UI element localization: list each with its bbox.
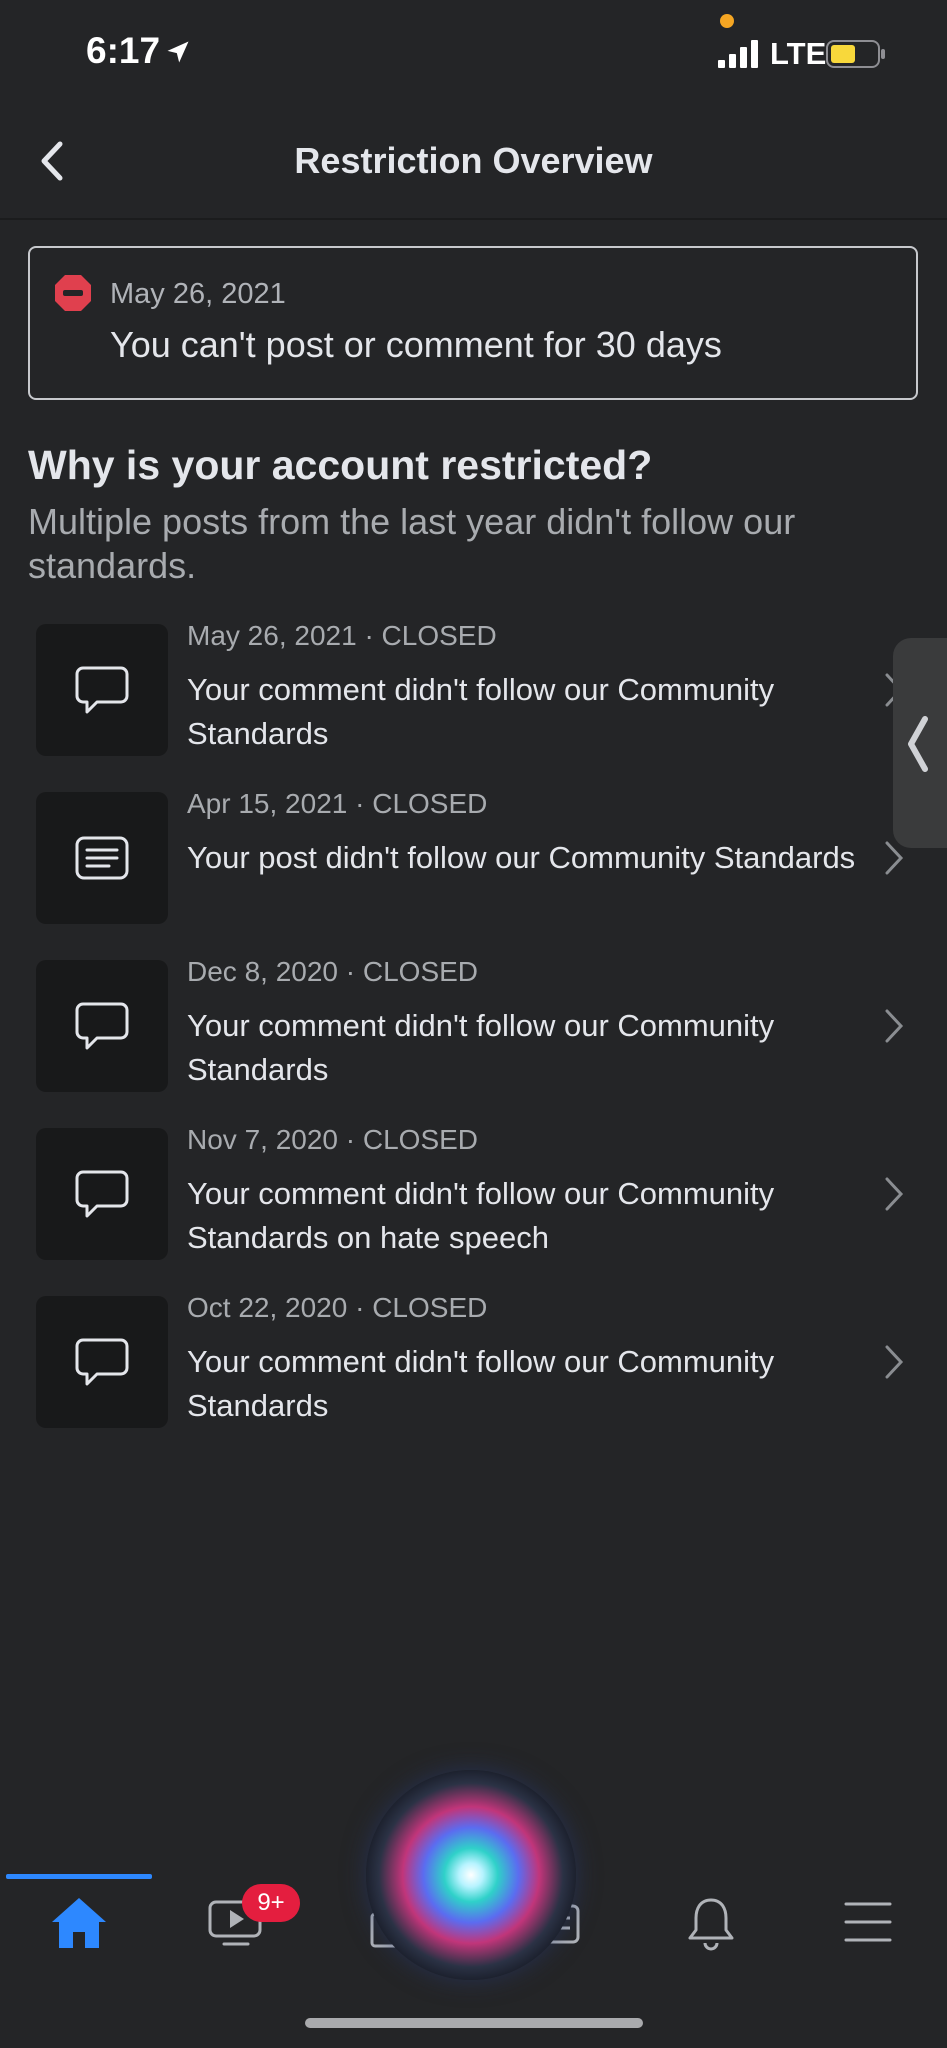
post-icon	[75, 836, 129, 880]
header-divider	[0, 218, 947, 220]
violation-text: Your comment didn't follow our Community…	[187, 1008, 775, 1087]
violation-meta: May 26, 2021 · CLOSED	[187, 620, 497, 651]
violation-meta: Apr 15, 2021 · CLOSED	[187, 788, 488, 819]
section-description: Multiple posts from the last year didn't…	[28, 501, 796, 586]
chevron-right-icon	[885, 1009, 904, 1043]
restriction-date: May 26, 2021	[110, 278, 286, 310]
siri-orb	[366, 1770, 576, 1980]
thumbnail	[36, 960, 168, 1092]
violation-meta: Oct 22, 2020 · CLOSED	[187, 1292, 488, 1323]
violation-item[interactable]: Dec 8, 2020 · CLOSED Your comment didn't…	[0, 956, 947, 1124]
restriction-card	[28, 246, 918, 400]
violation-item[interactable]: Apr 15, 2021 · CLOSED Your post didn't f…	[0, 788, 947, 956]
violation-meta: Nov 7, 2020 · CLOSED	[187, 1124, 479, 1155]
home-icon[interactable]	[50, 1896, 108, 1950]
violation-text: Your comment didn't follow our Community…	[187, 1344, 775, 1423]
bell-icon[interactable]	[684, 1896, 738, 1952]
comment-icon	[75, 1338, 129, 1386]
thumbnail	[36, 624, 168, 756]
violations-list: May 26, 2021 · CLOSED Your comment didn'…	[0, 620, 947, 1460]
privacy-dot	[720, 14, 734, 28]
violation-text: Your comment didn't follow our Community…	[187, 672, 775, 751]
violation-text: Your comment didn't follow our Community…	[187, 1176, 775, 1255]
violation-meta: Dec 8, 2020 · CLOSED	[187, 956, 479, 987]
battery-icon	[826, 40, 885, 68]
signal-icon	[718, 40, 758, 68]
side-panel-handle[interactable]	[893, 638, 947, 848]
comment-icon	[75, 666, 129, 714]
comment-icon	[75, 1170, 129, 1218]
stop-icon	[55, 275, 91, 311]
thumbnail	[36, 792, 168, 924]
violation-item[interactable]: Nov 7, 2020 · CLOSED Your comment didn't…	[0, 1124, 947, 1292]
comment-icon	[75, 1002, 129, 1050]
active-tab-indicator	[6, 1874, 152, 1879]
chevron-left-icon	[908, 716, 928, 772]
violation-item[interactable]: Oct 22, 2020 · CLOSED Your comment didn'…	[0, 1292, 947, 1460]
network-label: LTE	[770, 36, 827, 71]
section-heading: Why is your account restricted?	[28, 442, 653, 488]
notification-badge: 9+	[242, 1884, 300, 1922]
chevron-right-icon	[885, 1177, 904, 1211]
thumbnail	[36, 1128, 168, 1260]
status-time: 6:17	[86, 30, 161, 71]
page-title: Restriction Overview	[294, 140, 653, 181]
violation-item[interactable]: May 26, 2021 · CLOSED Your comment didn'…	[0, 620, 947, 788]
thumbnail	[36, 1296, 168, 1428]
menu-icon[interactable]	[842, 1896, 894, 1948]
chevron-right-icon	[885, 1345, 904, 1379]
violation-text: Your post didn't follow our Community St…	[187, 840, 856, 875]
restriction-message: You can't post or comment for 30 days	[110, 324, 722, 365]
home-indicator	[305, 2018, 643, 2028]
location-arrow-icon	[167, 41, 189, 63]
